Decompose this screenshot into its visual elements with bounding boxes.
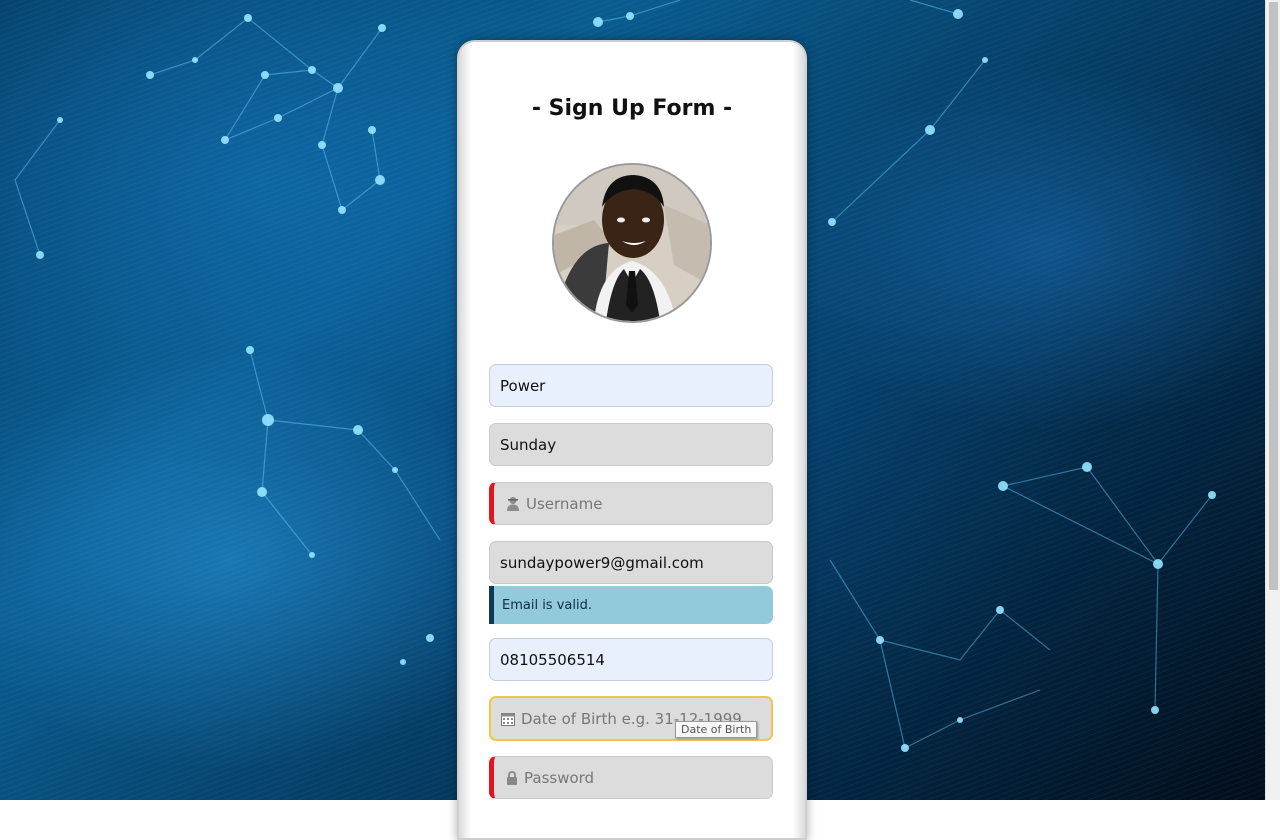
- phone-input[interactable]: 08105506514: [489, 638, 773, 681]
- signup-form-card: - Sign Up Form - Power Sunday Username s…: [457, 40, 807, 840]
- email-value: sundaypower9@gmail.com: [500, 553, 704, 572]
- first-name-value: Power: [500, 376, 546, 395]
- user-icon: [506, 496, 520, 511]
- username-input[interactable]: Username: [489, 482, 773, 525]
- calendar-icon: [501, 712, 515, 726]
- page-scrollbar[interactable]: [1265, 0, 1280, 800]
- last-name-value: Sunday: [500, 435, 557, 454]
- username-placeholder: Username: [526, 494, 603, 513]
- email-input[interactable]: sundaypower9@gmail.com: [489, 541, 773, 584]
- password-placeholder: Password: [524, 768, 595, 787]
- phone-value: 08105506514: [500, 650, 605, 669]
- profile-avatar[interactable]: [552, 163, 712, 323]
- form-title: - Sign Up Form -: [531, 96, 733, 121]
- email-status-text: Email is valid.: [502, 597, 592, 613]
- date-of-birth-tooltip: Date of Birth: [675, 721, 758, 738]
- scrollbar-thumb[interactable]: [1269, 2, 1278, 590]
- password-input[interactable]: Password: [489, 756, 773, 799]
- email-valid-alert: Email is valid.: [489, 586, 773, 624]
- last-name-input[interactable]: Sunday: [489, 423, 773, 466]
- first-name-input[interactable]: Power: [489, 364, 773, 407]
- lock-icon: [506, 770, 518, 785]
